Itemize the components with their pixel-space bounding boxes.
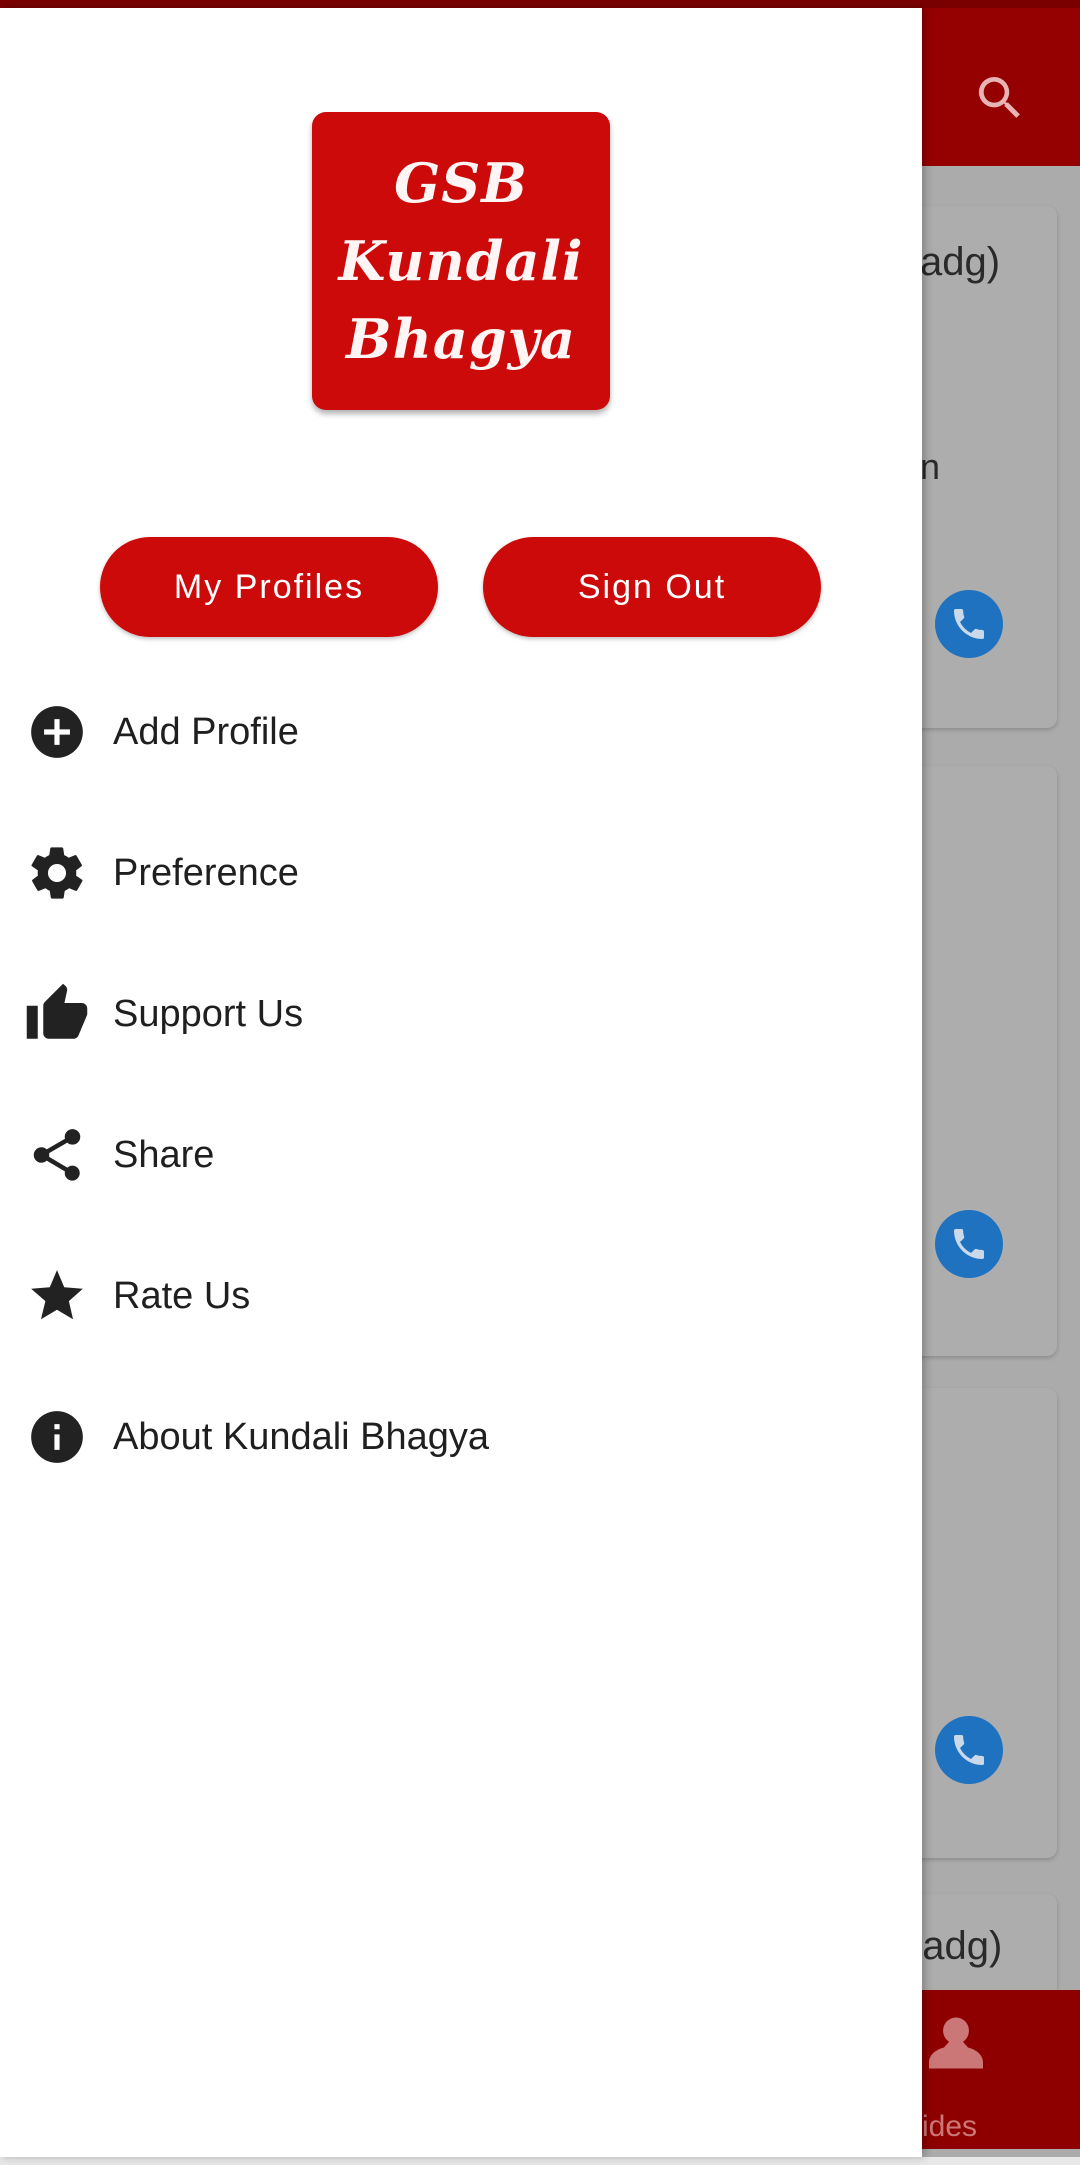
menu-item-label: Add Profile — [113, 710, 299, 753]
menu-item-support-us[interactable]: Support Us — [0, 954, 922, 1074]
bottom-nav-brides[interactable]: rides — [900, 1990, 1080, 2149]
profile-card[interactable]: ) — [900, 1388, 1057, 1858]
gear-icon — [24, 840, 90, 906]
menu-item-label: Support Us — [113, 992, 304, 1035]
profile-card[interactable]: d — [900, 766, 1057, 1356]
search-button[interactable] — [960, 58, 1040, 138]
menu-item-label: Preference — [113, 851, 299, 894]
thumbs-up-icon — [24, 981, 90, 1047]
logo-line: Kundali — [338, 229, 584, 293]
phone-icon — [954, 1229, 984, 1259]
profile-card[interactable]: gadg) — [900, 1894, 1057, 2004]
sign-out-button[interactable]: Sign Out — [483, 537, 821, 637]
menu-item-label: Rate Us — [113, 1274, 251, 1317]
search-icon — [978, 77, 1020, 118]
menu-item-about[interactable]: About Kundali Bhagya — [0, 1377, 922, 1497]
star-icon — [24, 1263, 90, 1329]
share-icon — [24, 1122, 90, 1188]
phone-icon — [954, 1735, 984, 1765]
phone-icon — [954, 609, 984, 639]
profile-card[interactable]: sadg) on — [900, 206, 1057, 728]
app-logo: GSB Kundali Bhagya — [312, 112, 610, 410]
call-button[interactable] — [935, 1210, 1003, 1278]
my-profiles-button[interactable]: My Profiles — [100, 537, 438, 637]
status-strip — [0, 0, 1080, 8]
logo-line: Bhagya — [345, 307, 576, 371]
menu-item-add-profile[interactable]: Add Profile — [0, 672, 922, 792]
menu-item-label: About Kundali Bhagya — [113, 1415, 490, 1458]
menu-item-share[interactable]: Share — [0, 1095, 922, 1215]
add-circle-icon — [24, 699, 90, 765]
menu-item-label: Share — [113, 1133, 215, 1176]
call-button[interactable] — [935, 1716, 1003, 1784]
info-icon — [24, 1404, 90, 1470]
call-button[interactable] — [935, 590, 1003, 658]
menu-item-preference[interactable]: Preference — [0, 813, 922, 933]
system-nav-strip — [0, 2157, 1080, 2165]
navigation-drawer: GSB Kundali Bhagya My Profiles Sign Out … — [0, 8, 922, 2157]
menu-item-rate-us[interactable]: Rate Us — [0, 1236, 922, 1356]
logo-line: GSB — [394, 151, 528, 215]
bride-icon — [929, 2017, 983, 2069]
